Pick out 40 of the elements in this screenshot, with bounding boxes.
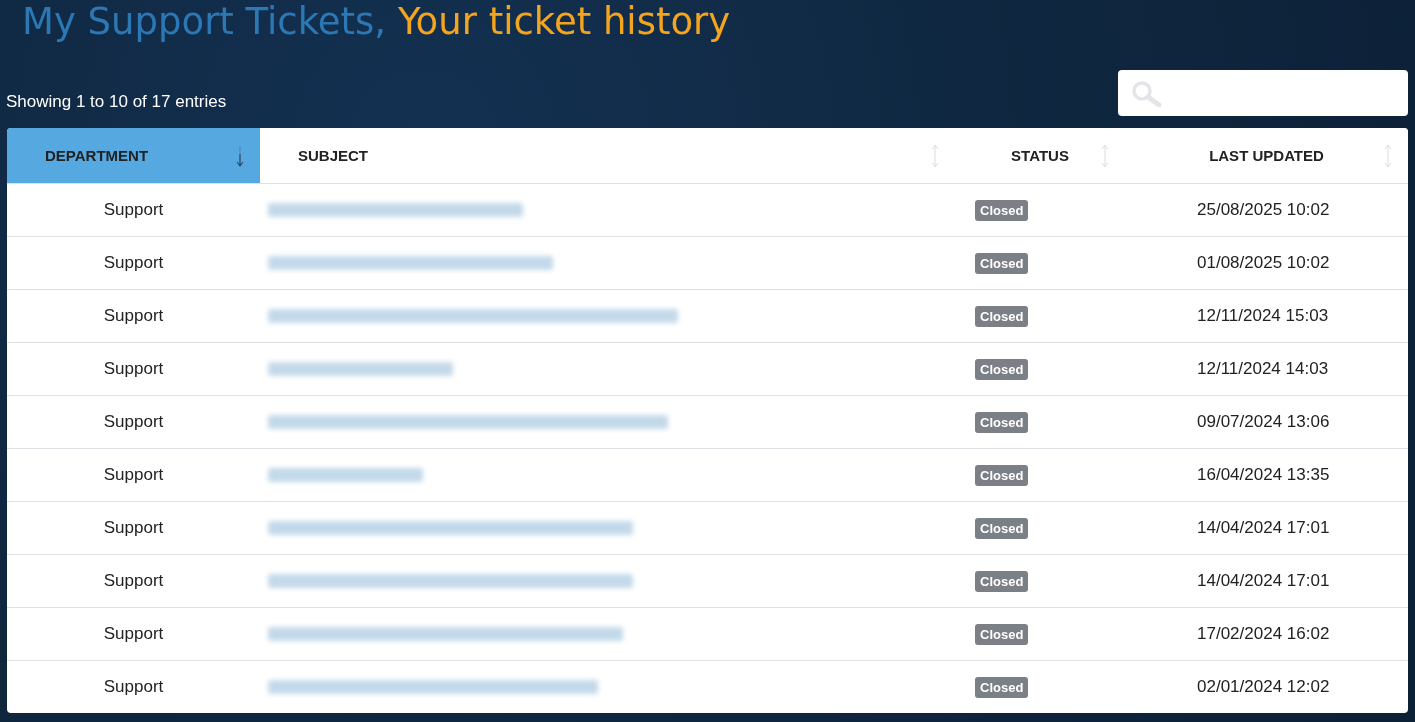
status-badge: Closed [975, 570, 1029, 592]
table-cell-text: 17/02/2024 16:02 [1196, 623, 1331, 645]
table-cell-text: 09/07/2024 13:06 [1196, 411, 1331, 433]
status-badge: Closed [975, 411, 1029, 433]
table-cell-text: Support [102, 623, 165, 645]
status-badge: Closed [975, 199, 1029, 221]
status-badge: Closed [975, 464, 1029, 486]
table-cell-text: 14/04/2024 17:01 [1196, 570, 1331, 592]
table-cell-text: 25/08/2025 10:02 [1196, 199, 1331, 221]
table-cell-text: 12/11/2024 14:03 [1196, 358, 1330, 380]
sort-icon [1101, 144, 1109, 168]
status-badge: Closed [975, 623, 1029, 645]
table-cell-text: 16/04/2024 13:35 [1196, 464, 1331, 486]
table-cell-text: 14/04/2024 17:01 [1196, 517, 1331, 539]
status-badge: Closed [975, 252, 1029, 274]
table-cell-text: Support [102, 199, 165, 221]
page-title: My Support Tickets, [22, 0, 387, 43]
sort-icon [931, 144, 939, 168]
status-badge: Closed [975, 517, 1029, 539]
status-badge: Closed [975, 676, 1029, 698]
table-cell-text: Support [102, 517, 165, 539]
sort-down-icon [236, 144, 244, 168]
table-cell-text: Support [102, 358, 165, 380]
table-cell-text: Support [102, 464, 165, 486]
table-cell-text: Support [102, 411, 165, 433]
table-cell-text: Support [102, 570, 165, 592]
status-badge: Closed [975, 305, 1029, 327]
table-cell-text: 12/11/2024 15:03 [1196, 305, 1330, 327]
table-cell-text: Support [102, 305, 165, 327]
entries-info: Showing 1 to 10 of 17 entries [6, 92, 227, 113]
column-header[interactable]: DEPARTMENT [7, 128, 260, 183]
table-cell-text: 01/08/2025 10:02 [1196, 252, 1331, 274]
page-subtitle: Your ticket history [397, 0, 731, 43]
status-badge: Closed [975, 358, 1029, 380]
sort-icon [1384, 144, 1392, 168]
table-cell-text: Support [102, 676, 165, 698]
table-cell-text: Support [102, 252, 165, 274]
search-field[interactable] [1118, 70, 1408, 116]
search-icon [1130, 79, 1162, 107]
table-cell-text: 02/01/2024 12:02 [1196, 676, 1331, 698]
